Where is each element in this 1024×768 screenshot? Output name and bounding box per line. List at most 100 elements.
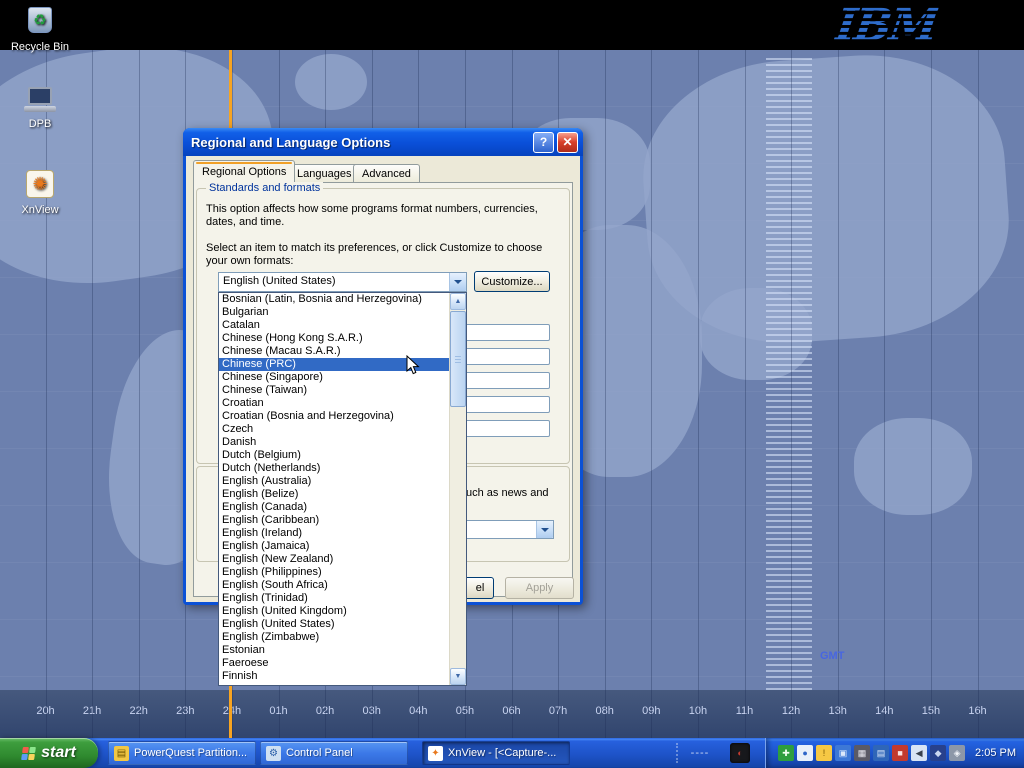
timezone-line bbox=[745, 50, 746, 738]
desktop-icon-label: DPB bbox=[8, 118, 72, 130]
tray-icon-volume[interactable]: ◀ bbox=[911, 745, 927, 761]
xnview-icon: ✦ bbox=[428, 746, 443, 761]
dropdown-item-language[interactable]: English (United Kingdom) bbox=[219, 605, 449, 618]
chevron-down-icon bbox=[454, 280, 462, 288]
tray-icon-network[interactable]: ◆ bbox=[930, 745, 946, 761]
tray-icon-updates[interactable]: ! bbox=[816, 745, 832, 761]
continent-greenland bbox=[295, 54, 367, 110]
date-line-hatching bbox=[766, 58, 812, 692]
dropdown-item-language[interactable]: Chinese (Taiwan) bbox=[219, 384, 449, 397]
cancel-button-fragment[interactable]: el bbox=[467, 577, 494, 599]
dialog-title: Regional and Language Options bbox=[191, 135, 530, 150]
taskbar-clock: 2:05 PM bbox=[975, 747, 1016, 759]
desktop-icon-label: Recycle Bin bbox=[8, 41, 72, 53]
dropdown-item-language[interactable]: English (Caribbean) bbox=[219, 514, 449, 527]
dropdown-item-language[interactable]: Faeroese bbox=[219, 657, 449, 670]
dropdown-item-language[interactable]: Bulgarian bbox=[219, 306, 449, 319]
timezone-line bbox=[651, 50, 652, 738]
dropdown-item-language[interactable]: English (South Africa) bbox=[219, 579, 449, 592]
tray-icon-scheduler[interactable]: ◈ bbox=[949, 745, 965, 761]
dropdown-item-language[interactable]: English (Jamaica) bbox=[219, 540, 449, 553]
dialog-titlebar[interactable]: Regional and Language Options ? ✕ bbox=[183, 128, 583, 156]
control-panel-icon: ⚙ bbox=[266, 746, 281, 761]
dropdown-item-language[interactable]: Bosnian (Latin, Bosnia and Herzegovina) bbox=[219, 293, 449, 306]
desktop-icon-xnview[interactable]: ✺ XnView bbox=[8, 168, 72, 216]
taskbar-button-xnview[interactable]: ✦ XnView - [<Capture-... bbox=[422, 741, 570, 765]
dropdown-item-language[interactable]: English (Zimbabwe) bbox=[219, 631, 449, 644]
taskbar-button-label: PowerQuest Partition... bbox=[134, 747, 247, 759]
dropdown-item-language[interactable]: Finnish bbox=[219, 670, 449, 683]
timezone-line bbox=[46, 50, 47, 738]
dropdown-item-language[interactable]: Croatian bbox=[219, 397, 449, 410]
dropdown-item-language[interactable]: English (Philippines) bbox=[219, 566, 449, 579]
gmt-label: GMT bbox=[820, 650, 844, 662]
tray-icon-graphics[interactable]: ▦ bbox=[854, 745, 870, 761]
combobox-value: English (United States) bbox=[219, 273, 449, 291]
start-button-label: start bbox=[41, 744, 76, 762]
location-text-fragment: uch as news and bbox=[466, 487, 549, 499]
system-tray-icons: ✚●!▣▦▤■◀◆◈ bbox=[778, 745, 965, 761]
tray-icon-antivirus[interactable]: ✚ bbox=[778, 745, 794, 761]
standards-description: This option affects how some programs fo… bbox=[206, 203, 552, 229]
dropdown-item-language[interactable]: English (United States) bbox=[219, 618, 449, 631]
dropdown-item-language[interactable]: English (Canada) bbox=[219, 501, 449, 514]
dropdown-item-language[interactable]: English (New Zealand) bbox=[219, 553, 449, 566]
timezone-line bbox=[139, 50, 140, 738]
dropdown-scrollbar[interactable]: ▲ ▼ bbox=[449, 293, 466, 685]
apply-button[interactable]: Apply bbox=[505, 577, 574, 599]
system-tray: ✚●!▣▦▤■◀◆◈ 2:05 PM bbox=[765, 738, 1024, 768]
taskbar-dark-icon[interactable]: ◐ bbox=[730, 743, 750, 763]
location-combobox[interactable] bbox=[466, 520, 554, 539]
customize-button[interactable]: Customize... bbox=[474, 271, 550, 292]
close-button[interactable]: ✕ bbox=[557, 132, 578, 153]
timezone-line bbox=[978, 50, 979, 738]
tray-icon-display[interactable]: ▣ bbox=[835, 745, 851, 761]
dropdown-item-language[interactable]: English (Australia) bbox=[219, 475, 449, 488]
dropdown-item-language[interactable]: Dutch (Netherlands) bbox=[219, 462, 449, 475]
laptop-icon bbox=[24, 84, 56, 116]
taskbar-deskband[interactable]: ---- bbox=[676, 743, 722, 763]
tray-icon-globe[interactable]: ● bbox=[797, 745, 813, 761]
dropdown-item-language[interactable]: Croatian (Bosnia and Herzegovina) bbox=[219, 410, 449, 423]
tray-icon-monitor[interactable]: ▤ bbox=[873, 745, 889, 761]
dropdown-item-language[interactable]: Danish bbox=[219, 436, 449, 449]
scroll-down-button[interactable]: ▼ bbox=[450, 668, 466, 685]
tab-languages[interactable]: Languages bbox=[288, 164, 360, 183]
combobox-dropdown-button[interactable] bbox=[449, 273, 466, 291]
dropdown-item-language[interactable]: Catalan bbox=[219, 319, 449, 332]
start-button[interactable]: start bbox=[0, 738, 98, 768]
chevron-down-icon bbox=[541, 528, 549, 536]
dropdown-item-language[interactable]: Dutch (Belgium) bbox=[219, 449, 449, 462]
windows-flag-icon bbox=[21, 747, 36, 760]
taskbar-button-powerquest[interactable]: ▤PowerQuest Partition... bbox=[108, 741, 256, 765]
dropdown-item-language[interactable]: English (Belize) bbox=[219, 488, 449, 501]
standards-format-combobox[interactable]: English (United States) bbox=[218, 272, 467, 292]
taskbar-button-control-panel[interactable]: ⚙Control Panel bbox=[260, 741, 408, 765]
scroll-up-button[interactable]: ▲ bbox=[450, 293, 466, 310]
taskbar-button-label: XnView - [<Capture-... bbox=[448, 747, 556, 759]
timezone-line bbox=[92, 50, 93, 738]
combobox-dropdown-button[interactable] bbox=[536, 521, 553, 538]
taskbar: start ▤PowerQuest Partition...⚙Control P… bbox=[0, 738, 1024, 768]
desktop-icon-dpb[interactable]: DPB bbox=[8, 84, 72, 130]
timezone-line bbox=[698, 50, 699, 738]
taskbar-buttons: ▤PowerQuest Partition...⚙Control Panel ✦ X… bbox=[108, 741, 570, 765]
language-dropdown-list: Bosnian (Latin, Bosnia and Herzegovina)B… bbox=[218, 292, 467, 686]
group-title: Standards and formats bbox=[206, 182, 323, 194]
xnview-icon: ✺ bbox=[26, 170, 54, 198]
scrollbar-thumb[interactable] bbox=[450, 311, 466, 407]
dropdown-item-language[interactable]: Chinese (Hong Kong S.A.R.) bbox=[219, 332, 449, 345]
timezone-line bbox=[791, 50, 792, 738]
dropdown-item-language[interactable]: English (Trinidad) bbox=[219, 592, 449, 605]
dropdown-item-language[interactable]: English (Ireland) bbox=[219, 527, 449, 540]
timezone-line bbox=[931, 50, 932, 738]
desktop-icon-recycle-bin[interactable]: ♻ Recycle Bin bbox=[8, 5, 72, 53]
help-button[interactable]: ? bbox=[533, 132, 554, 153]
dropdown-item-language[interactable]: Czech bbox=[219, 423, 449, 436]
tray-icon-media[interactable]: ■ bbox=[892, 745, 908, 761]
timezone-line bbox=[605, 50, 606, 738]
tab-regional-options[interactable]: Regional Options bbox=[193, 160, 295, 183]
ibm-logo: IBM bbox=[832, 0, 940, 51]
tab-advanced[interactable]: Advanced bbox=[353, 164, 420, 183]
dropdown-item-language[interactable]: Estonian bbox=[219, 644, 449, 657]
